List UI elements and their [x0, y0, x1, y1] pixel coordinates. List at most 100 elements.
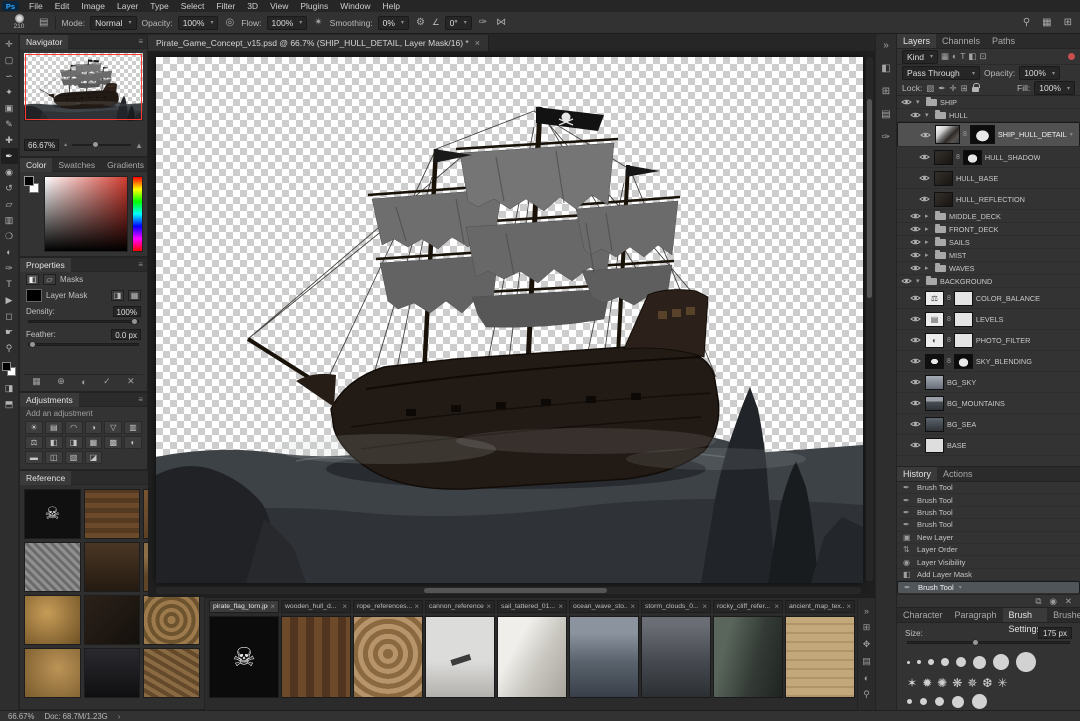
menu-item-3d[interactable]: 3D: [241, 0, 264, 12]
fs-layers-icon[interactable]: ▤: [862, 656, 871, 667]
filmstrip-tab-storm-clouds-0-[interactable]: storm_clouds_0...×: [641, 600, 711, 613]
expand-arrow-icon[interactable]: ▾: [916, 98, 923, 106]
brush-size-slider[interactable]: [907, 641, 1070, 644]
adjustment-black-white[interactable]: ◧: [45, 436, 63, 449]
libraries-panel-icon[interactable]: ▤: [881, 109, 890, 120]
filmstrip-thumb-ocean[interactable]: [569, 616, 639, 698]
swatches-panel-icon[interactable]: ⊞: [882, 86, 890, 97]
tab-swatches[interactable]: Swatches: [52, 158, 101, 172]
layer-row-bg-sea[interactable]: BG_SEA: [897, 414, 1080, 435]
brush-tip-dot[interactable]: [928, 659, 934, 665]
filter-adjustment-icon[interactable]: ◐: [952, 51, 957, 62]
type-tool[interactable]: T: [1, 276, 18, 292]
pen-tool[interactable]: ✑: [1, 260, 18, 276]
pixel-mask-icon[interactable]: ◧: [26, 274, 39, 285]
mode-select[interactable]: Normal: [90, 16, 136, 30]
shape-tool[interactable]: ◻: [1, 308, 18, 324]
lock-all-icon[interactable]: [972, 87, 979, 92]
filmstrip-thumb-flag[interactable]: ☠: [209, 616, 279, 698]
layer-row-bg-sky[interactable]: BG_SKY: [897, 372, 1080, 393]
density-knob[interactable]: [131, 318, 138, 325]
filmstrip-thumb-cannon[interactable]: ▬: [425, 616, 495, 698]
reference-thumb-gold-carving[interactable]: [24, 595, 81, 645]
blur-tool[interactable]: ❍: [1, 228, 18, 244]
adjustment-photo-filter[interactable]: ◨: [65, 436, 83, 449]
layer-row-hull-base[interactable]: HULL_BASE: [897, 168, 1080, 189]
delete-mask-icon[interactable]: ✕: [127, 376, 135, 387]
visibility-eye-icon[interactable]: [909, 420, 922, 428]
brush-tip-dot[interactable]: [920, 698, 927, 705]
navigator-zoom-field[interactable]: 66.67%: [24, 139, 59, 151]
foreground-color-swatch[interactable]: [2, 362, 11, 371]
panel-menu-icon[interactable]: ≡: [134, 395, 147, 404]
tab-character[interactable]: Character: [897, 608, 949, 622]
reference-thumb-chainmail[interactable]: [24, 542, 81, 592]
layer-blend-mode-select[interactable]: Pass Through: [902, 66, 980, 80]
history-step-brush-tool[interactable]: ✒Brush Tool: [897, 507, 1080, 519]
fill-select[interactable]: 100%: [1034, 81, 1075, 95]
mask-edge-icon[interactable]: ▦: [32, 376, 41, 387]
menu-item-filter[interactable]: Filter: [210, 0, 241, 12]
visibility-eye-icon[interactable]: [909, 441, 922, 449]
layer-row-hull-reflection[interactable]: HULL_REFLECTION: [897, 189, 1080, 210]
pressure-opacity-icon[interactable]: ◎: [223, 17, 236, 28]
hue-slider[interactable]: [132, 176, 143, 252]
panel-menu-icon[interactable]: ≡: [134, 260, 147, 269]
foreground-background-swatches[interactable]: [2, 362, 16, 376]
adjustment-color-lookup[interactable]: ▩: [104, 436, 122, 449]
opacity-select[interactable]: 100%: [178, 16, 219, 30]
navigator-view-rectangle[interactable]: [25, 54, 142, 120]
reference-thumb-dark-carving[interactable]: [84, 542, 141, 592]
layer-filter-select[interactable]: Kind: [902, 50, 938, 64]
eraser-tool[interactable]: ▱: [1, 196, 18, 212]
filter-smart-object-icon[interactable]: ⊡: [979, 51, 986, 62]
glyphs-panel-icon[interactable]: ✑: [882, 132, 890, 143]
adjustment-invert[interactable]: ◐: [124, 436, 142, 449]
layer-row-front-deck[interactable]: ▸FRONT_DECK: [897, 223, 1080, 236]
history-step-layer-visibility[interactable]: ◉Layer Visibility: [897, 556, 1080, 568]
menu-item-layer[interactable]: Layer: [111, 0, 144, 12]
expand-arrow-icon[interactable]: ▸: [925, 264, 932, 272]
brush-preset-picker[interactable]: 210: [6, 14, 32, 31]
brush-tip-dot[interactable]: [973, 656, 986, 669]
dodge-tool[interactable]: ◐: [1, 244, 18, 260]
crop-tool[interactable]: ▣: [1, 100, 18, 116]
invert-mask-icon[interactable]: ◐: [81, 377, 86, 387]
reference-thumb-anchor-dark[interactable]: [84, 648, 141, 698]
visibility-eye-icon[interactable]: [918, 174, 931, 182]
brush-tip-texture[interactable]: ✵: [967, 676, 977, 690]
fs-adjust-icon[interactable]: ◐: [864, 673, 869, 683]
layer-row-ship-hull-detail[interactable]: 8SHIP_HULL_DETAIL: [897, 122, 1080, 147]
tab-brushes[interactable]: Brushes: [1047, 608, 1080, 622]
lock-position-icon[interactable]: ✛: [949, 83, 956, 94]
mask-more-icon[interactable]: ▦: [128, 290, 141, 301]
reference-thumb-dark-wood[interactable]: [84, 595, 141, 645]
filter-type-icon[interactable]: T: [960, 51, 965, 62]
tab-color[interactable]: Color: [20, 158, 52, 172]
layer-row-hull-shadow[interactable]: 8HULL_SHADOW: [897, 147, 1080, 168]
brush-tip-dot[interactable]: [1016, 652, 1036, 672]
feather-knob[interactable]: [29, 341, 36, 348]
reference-thumb-skull-flag[interactable]: ☠: [24, 489, 81, 539]
screen-mode-button[interactable]: ⬒: [1, 396, 18, 412]
tab-channels[interactable]: Channels: [936, 34, 986, 48]
tab-adjustments[interactable]: Adjustments: [20, 393, 79, 407]
filter-shape-icon[interactable]: ◧: [968, 51, 976, 62]
feather-slider[interactable]: [28, 343, 139, 346]
close-icon[interactable]: ×: [846, 602, 851, 611]
filter-pixel-icon[interactable]: ▦: [941, 51, 949, 62]
layer-row-background[interactable]: ▾BACKGROUND: [897, 275, 1080, 288]
color-range-icon[interactable]: ⊕: [57, 376, 65, 387]
saturation-brightness-field[interactable]: [44, 176, 128, 252]
expand-arrow-icon[interactable]: ▸: [925, 238, 932, 246]
pressure-size-icon[interactable]: ✑: [477, 17, 489, 28]
status-expand-icon[interactable]: ›: [118, 712, 121, 721]
mask-options-icon[interactable]: ◨: [111, 290, 124, 301]
visibility-eye-icon[interactable]: [909, 212, 922, 220]
vector-mask-icon[interactable]: ▱: [43, 274, 56, 285]
layer-mask-thumbnail[interactable]: [26, 289, 42, 302]
brush-tip-texture[interactable]: ❆: [982, 676, 992, 690]
brush-tip-texture[interactable]: ✺: [937, 676, 947, 690]
close-icon[interactable]: ×: [342, 602, 347, 611]
canvas-area[interactable]: [148, 51, 875, 597]
